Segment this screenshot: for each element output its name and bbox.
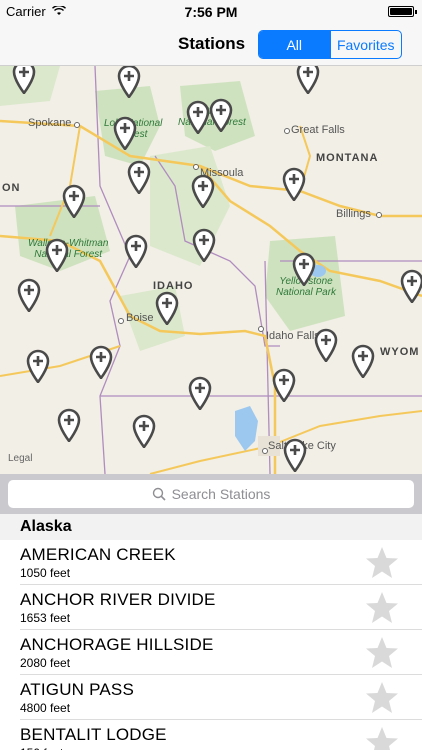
- station-elevation: 4800 feet: [20, 701, 71, 715]
- page-title: Stations: [178, 34, 246, 53]
- station-pin[interactable]: [209, 98, 233, 134]
- map-label-wyom: WYOM: [380, 346, 420, 358]
- station-row[interactable]: BENTALIT LODGE 150 feet: [20, 720, 422, 750]
- battery-icon: [388, 6, 417, 17]
- station-pin[interactable]: [186, 100, 210, 136]
- map-legal-link[interactable]: Legal: [8, 453, 32, 464]
- map-label-billings: Billings: [336, 208, 371, 220]
- map-label-spokane: Spokane: [28, 117, 72, 129]
- favorite-star-icon[interactable]: [364, 635, 400, 671]
- segment-all[interactable]: All: [259, 31, 330, 58]
- station-pin[interactable]: [62, 184, 86, 220]
- station-pin[interactable]: [132, 414, 156, 450]
- station-pin[interactable]: [283, 438, 307, 474]
- station-pin[interactable]: [192, 228, 216, 264]
- search-bar-container: Search Stations: [0, 474, 422, 514]
- station-pin[interactable]: [117, 66, 141, 100]
- search-icon: [152, 487, 166, 501]
- favorite-star-icon[interactable]: [364, 545, 400, 581]
- city-marker-idaho-falls: [258, 326, 264, 332]
- station-pin[interactable]: [127, 160, 151, 196]
- map-label-on: ON: [2, 182, 21, 194]
- clock: 7:56 PM: [184, 4, 238, 20]
- favorite-star-icon[interactable]: [364, 680, 400, 716]
- map-label-great-falls: Great Falls: [291, 124, 345, 136]
- station-list[interactable]: AMERICAN CREEK 1050 feet ANCHOR RIVER DIVI…: [0, 540, 422, 750]
- city-marker-spokane: [74, 122, 80, 128]
- navigation-bar: Stations All Favorites: [0, 22, 422, 66]
- station-pin[interactable]: [351, 344, 375, 380]
- filter-segmented-control: All Favorites: [258, 30, 402, 59]
- station-row[interactable]: ATIGUN PASS 4800 feet: [20, 675, 422, 720]
- map-label-idaho-falls: Idaho Falls: [266, 330, 320, 342]
- station-pin[interactable]: [400, 269, 422, 305]
- station-elevation: 1653 feet: [20, 611, 71, 625]
- station-pin[interactable]: [282, 167, 306, 203]
- station-pin[interactable]: [12, 66, 36, 96]
- section-header-alaska: Alaska: [0, 514, 422, 540]
- station-pin[interactable]: [45, 238, 69, 274]
- station-pin[interactable]: [314, 328, 338, 364]
- map-label-boise: Boise: [126, 312, 154, 324]
- city-marker-great-falls: [284, 128, 290, 134]
- city-marker-missoula: [193, 164, 199, 170]
- station-name: ANCHOR RIVER DIVIDE: [20, 590, 216, 609]
- station-pin[interactable]: [26, 349, 50, 385]
- station-name: BENTALIT LODGE: [20, 725, 167, 744]
- station-elevation: 2080 feet: [20, 656, 71, 670]
- favorite-star-icon[interactable]: [364, 590, 400, 626]
- search-input[interactable]: Search Stations: [8, 480, 414, 508]
- map-view[interactable]: Spokane Lolo NationalForest FlatheadNati…: [0, 66, 422, 474]
- segment-favorites[interactable]: Favorites: [329, 31, 402, 58]
- station-pin[interactable]: [113, 116, 137, 152]
- station-pin[interactable]: [188, 376, 212, 412]
- search-placeholder: Search Stations: [171, 486, 271, 502]
- station-name: AMERICAN CREEK: [20, 545, 176, 564]
- station-row[interactable]: ANCHORAGE HILLSIDE 2080 feet: [20, 630, 422, 675]
- station-pin[interactable]: [272, 368, 296, 404]
- station-pin[interactable]: [155, 291, 179, 327]
- station-elevation: 1050 feet: [20, 566, 71, 580]
- status-bar: Carrier 7:56 PM: [0, 0, 422, 22]
- station-pin[interactable]: [17, 278, 41, 314]
- station-pin[interactable]: [191, 174, 215, 210]
- station-row[interactable]: AMERICAN CREEK 1050 feet: [20, 540, 422, 585]
- station-pin[interactable]: [89, 345, 113, 381]
- city-marker-boise: [118, 318, 124, 324]
- station-pin[interactable]: [57, 408, 81, 444]
- station-name: ATIGUN PASS: [20, 680, 134, 699]
- station-elevation: 150 feet: [20, 746, 63, 750]
- favorite-star-icon[interactable]: [364, 725, 400, 750]
- station-pin[interactable]: [292, 252, 316, 288]
- map-label-montana: MONTANA: [316, 152, 379, 164]
- station-row[interactable]: ANCHOR RIVER DIVIDE 1653 feet: [20, 585, 422, 630]
- city-marker-billings: [376, 212, 382, 218]
- station-pin[interactable]: [124, 234, 148, 270]
- station-name: ANCHORAGE HILLSIDE: [20, 635, 214, 654]
- station-pin[interactable]: [296, 66, 320, 96]
